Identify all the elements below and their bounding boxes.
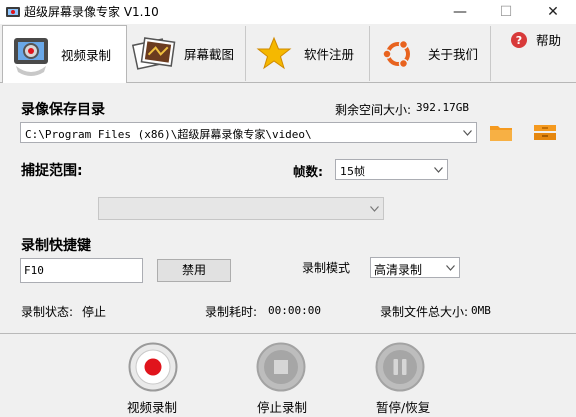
help-button[interactable]: ? 帮助 xyxy=(510,30,561,49)
stop-button-label: 停止录制 xyxy=(257,400,308,415)
chevron-down-icon[interactable] xyxy=(442,258,459,277)
record-mode-value: 高清录制 xyxy=(374,263,423,277)
hotkey-input[interactable]: F10 xyxy=(20,258,143,283)
tab-label: 关于我们 xyxy=(428,47,479,62)
video-recorder-icon xyxy=(7,31,55,79)
elapsed-time-value: 00:00:00 xyxy=(268,304,321,317)
tab-about[interactable]: 关于我们 xyxy=(370,26,491,81)
tab-label: 软件注册 xyxy=(304,47,355,62)
stop-button[interactable] xyxy=(256,342,306,392)
close-button[interactable]: ✕ xyxy=(530,0,576,24)
save-path-combobox[interactable]: C:\Program Files (x86)\超级屏幕录像专家\video\ xyxy=(20,122,477,143)
tab-label: 屏幕截图 xyxy=(184,47,235,62)
svg-text:?: ? xyxy=(516,34,522,47)
window-title: 超级屏幕录像专家 V1.10 xyxy=(24,5,159,19)
pause-button[interactable] xyxy=(375,342,425,392)
help-label: 帮助 xyxy=(536,33,562,48)
browse-folder-icon[interactable] xyxy=(489,122,513,142)
free-space-value: 392.17GB xyxy=(416,101,469,114)
fps-value: 15帧 xyxy=(340,165,365,178)
pause-button-label: 暂停/恢复 xyxy=(376,400,431,415)
record-mode-label: 录制模式 xyxy=(302,261,351,275)
tab-screenshot[interactable]: 屏幕截图 xyxy=(126,26,246,81)
star-icon xyxy=(250,30,298,78)
capture-range-label: 捕捉范围: xyxy=(21,163,83,179)
tab-video-record[interactable]: 视频录制 xyxy=(2,25,127,83)
chevron-down-icon[interactable] xyxy=(430,160,447,179)
elapsed-time-label: 录制耗时: xyxy=(205,305,258,319)
capture-region-select[interactable] xyxy=(98,197,384,220)
ubuntu-logo-icon xyxy=(374,30,422,78)
maximize-button[interactable]: ☐ xyxy=(483,0,529,24)
record-button-label: 视频录制 xyxy=(127,400,178,415)
help-icon: ? xyxy=(510,31,528,49)
tab-bar: 视频录制 屏幕截图 软件注册 关于我们 xyxy=(0,24,576,83)
tab-label: 视频录制 xyxy=(61,48,112,63)
chevron-down-icon[interactable] xyxy=(366,198,383,219)
record-icon xyxy=(128,342,178,392)
save-path-value: C:\Program Files (x86)\超级屏幕录像专家\video\ xyxy=(25,128,312,141)
record-status-label: 录制状态: xyxy=(21,305,74,319)
disable-hotkey-button[interactable]: 禁用 xyxy=(157,259,231,282)
record-mode-select[interactable]: 高清录制 xyxy=(370,257,460,278)
photo-icon xyxy=(130,30,178,78)
tab-register[interactable]: 软件注册 xyxy=(246,26,370,81)
fps-select[interactable]: 15帧 xyxy=(335,159,448,180)
hotkey-value: F10 xyxy=(24,264,44,277)
stop-icon xyxy=(256,342,306,392)
chevron-down-icon[interactable] xyxy=(459,123,476,142)
hotkey-heading: 录制快捷键 xyxy=(21,238,91,254)
open-output-folder-icon[interactable] xyxy=(533,122,557,142)
file-size-value: 0MB xyxy=(471,304,491,317)
app-logo-icon[interactable] xyxy=(5,4,21,20)
record-button[interactable] xyxy=(128,342,178,392)
file-size-label: 录制文件总大小: xyxy=(380,305,469,319)
save-dir-heading: 录像保存目录 xyxy=(21,102,105,118)
free-space-label: 剩余空间大小: xyxy=(335,103,412,117)
record-status-value: 停止 xyxy=(82,305,107,319)
pause-icon xyxy=(375,342,425,392)
minimize-button[interactable]: — xyxy=(437,0,483,24)
fps-label: 帧数: xyxy=(293,164,323,179)
